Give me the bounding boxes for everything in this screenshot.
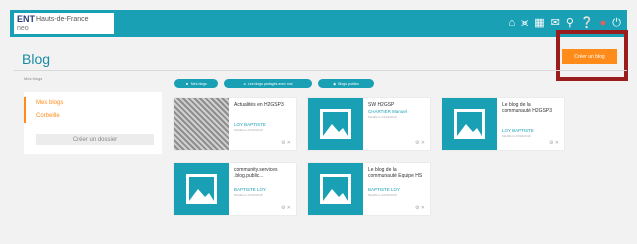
blog-card[interactable]: Le blog de la communauté Equipe HS BAPTI… <box>308 163 430 215</box>
profile-icon[interactable]: ● <box>600 18 607 29</box>
highlight-box <box>556 30 628 81</box>
filter-label: Blogs publics <box>338 81 359 86</box>
blog-card[interactable]: SW H2GSP CHARTIER Manuel Modifié le 03/0… <box>308 98 430 150</box>
sidebar-item-my-blogs[interactable]: Mes blogs <box>36 100 63 106</box>
blog-title: community.services .blog.public... <box>234 167 278 179</box>
blog-thumbnail <box>308 163 363 215</box>
blog-author[interactable]: BAPTISTE LOY <box>368 187 426 192</box>
filter-label: Les blogs partagés avec moi <box>247 81 293 86</box>
blog-title: Le blog de la communauté H2GSP3 <box>502 102 553 114</box>
blog-card[interactable]: community.services .blog.public... BAPTI… <box>174 163 296 215</box>
filter-public-blogs-button[interactable]: ◉ Blogs publics <box>318 79 374 88</box>
blog-title: SW H2GSP <box>368 102 395 108</box>
active-marker <box>24 97 26 123</box>
messages-icon[interactable]: ✉ <box>551 18 560 29</box>
blog-date: Modifié le 03/04/2019 <box>368 115 397 119</box>
card-actions-icon[interactable]: ⚙ ✕ <box>281 140 291 146</box>
blog-date: Modifié le 02/04/2019 <box>234 193 263 197</box>
logo-region: Hauts-de-France <box>36 16 89 23</box>
globe-icon: ◉ <box>333 81 337 86</box>
blog-date: Modifié le 03/04/2019 <box>502 134 531 138</box>
blog-date: Modifié le 04/04/2019 <box>234 128 263 132</box>
power-icon[interactable]: ⏻ <box>612 18 621 29</box>
create-folder-button[interactable]: Créer un dossier <box>36 134 154 145</box>
top-navbar: ENT Hauts-de-France neo ⌂ ⪤ ▦ ✉ ⚲ ❔ ● ⏻ <box>10 10 627 37</box>
filter-label: Mes blogs <box>190 81 207 86</box>
user-icon: ☻ <box>185 81 189 86</box>
apps-grid-icon[interactable]: ▦ <box>534 18 544 29</box>
blog-date: Modifié le 02/04/2019 <box>368 193 397 197</box>
search-icon[interactable]: ⚲ <box>566 18 574 29</box>
blog-author[interactable]: LOY BAPTISTE <box>234 122 292 127</box>
card-actions-icon[interactable]: ⚙ ✕ <box>415 140 425 146</box>
blog-author[interactable]: BAPTISTE LOY <box>234 187 292 192</box>
page-title: Blog <box>22 51 51 67</box>
home-icon[interactable]: ⌂ <box>508 18 515 29</box>
blog-title: Le blog de la communauté Equipe HS <box>368 167 423 179</box>
card-actions-icon[interactable]: ⚙ ✕ <box>281 205 291 211</box>
sidebar-item-trash[interactable]: Corbeille <box>36 113 60 119</box>
share-icon: ⪤ <box>243 81 246 86</box>
image-placeholder-icon <box>454 109 485 139</box>
help-icon[interactable]: ❔ <box>580 18 594 29</box>
card-actions-icon[interactable]: ⚙ ✕ <box>549 140 559 146</box>
blog-author[interactable]: CHARTIER Manuel <box>368 109 426 114</box>
sidebar-heading: Mes blogs <box>24 76 43 81</box>
image-placeholder-icon <box>186 174 217 204</box>
card-actions-icon[interactable]: ⚙ ✕ <box>415 205 425 211</box>
blog-thumbnail <box>308 98 363 150</box>
sidebar: Mes blogs Corbeille Créer un dossier <box>24 92 162 154</box>
blog-author[interactable]: LOY BAPTISTE <box>502 128 560 133</box>
blog-thumbnail <box>442 98 497 150</box>
logo-sub: neo <box>17 25 29 32</box>
header-divider <box>14 70 627 71</box>
blog-card[interactable]: Actualités en H2GSP3 LOY BAPTISTE Modifi… <box>174 98 296 150</box>
logo-brand: ENT <box>17 14 35 24</box>
filter-shared-blogs-button[interactable]: ⪤ Les blogs partagés avec moi <box>224 79 312 88</box>
share-icon[interactable]: ⪤ <box>521 18 528 29</box>
blog-card[interactable]: Le blog de la communauté H2GSP3 LOY BAPT… <box>442 98 564 150</box>
image-placeholder-icon <box>320 174 351 204</box>
image-placeholder-icon <box>320 109 351 139</box>
blog-title: Actualités en H2GSP3 <box>234 102 284 108</box>
blog-thumbnail <box>174 163 229 215</box>
filter-my-blogs-button[interactable]: ☻ Mes blogs <box>174 79 218 88</box>
blog-thumbnail-photo <box>174 98 229 150</box>
ent-logo[interactable]: ENT Hauts-de-France neo <box>14 13 114 34</box>
